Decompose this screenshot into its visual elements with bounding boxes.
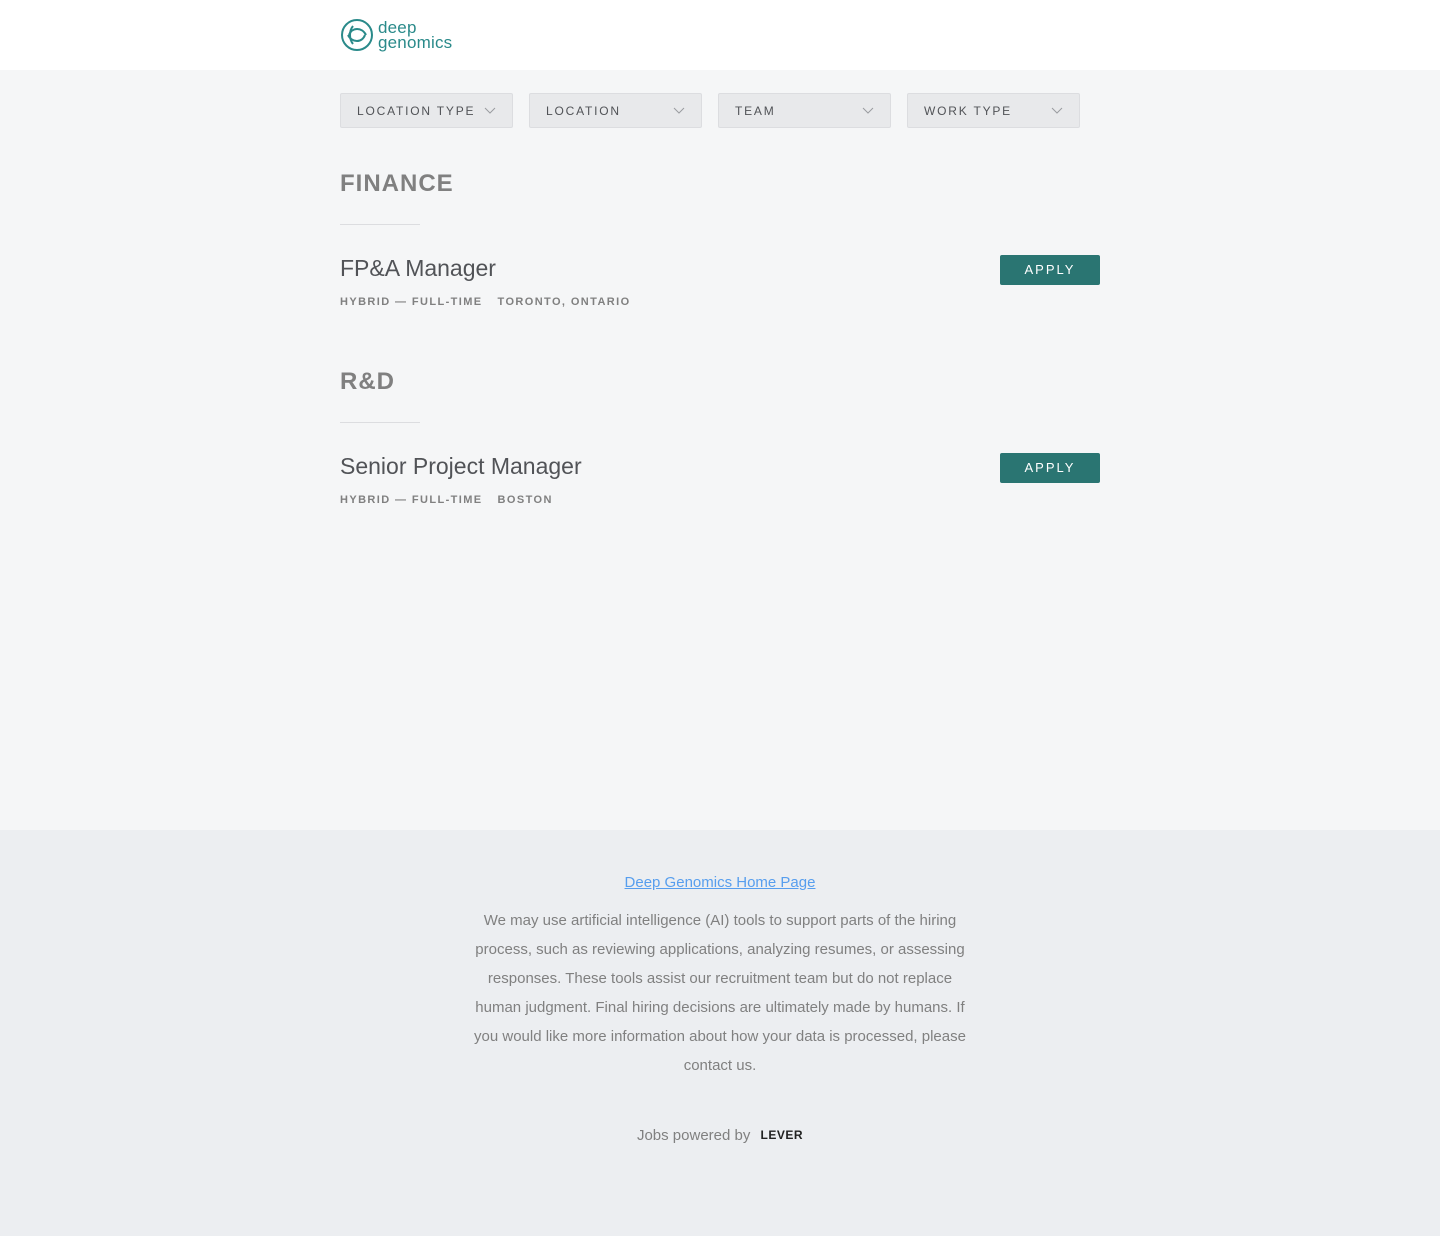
team-divider xyxy=(340,422,420,423)
chevron-down-icon xyxy=(862,107,874,114)
filter-label: WORK TYPE xyxy=(924,103,1012,118)
posting-title[interactable]: FP&A Manager xyxy=(340,255,496,282)
filter-label: TEAM xyxy=(735,103,776,118)
posting-commitment: HYBRID — FULL-TIME xyxy=(340,494,483,506)
chevron-down-icon xyxy=(673,107,685,114)
chevron-down-icon xyxy=(484,107,496,114)
team-divider xyxy=(340,224,420,225)
chevron-down-icon xyxy=(1051,107,1063,114)
posting-location: BOSTON xyxy=(497,494,553,506)
filter-bar: LOCATION TYPE LOCATION TEAM WORK TYPE xyxy=(340,93,1096,128)
ai-notice-text: We may use artificial intelligence (AI) … xyxy=(474,912,966,1074)
filter-location-type[interactable]: LOCATION TYPE xyxy=(340,93,513,128)
logo-wordmark: deep genomics xyxy=(378,19,453,52)
apply-button[interactable]: APPLY xyxy=(1000,255,1100,285)
home-page-link[interactable]: Deep Genomics Home Page xyxy=(0,874,1440,891)
filter-label: LOCATION TYPE xyxy=(357,103,476,118)
lever-logo[interactable]: LEVER xyxy=(761,1128,804,1142)
header: deep genomics xyxy=(0,0,1440,70)
team-title-finance: FINANCE xyxy=(340,170,454,197)
posting-title[interactable]: Senior Project Manager xyxy=(340,453,582,480)
deep-genomics-logo-icon xyxy=(341,19,373,51)
apply-button[interactable]: APPLY xyxy=(1000,453,1100,483)
posting-meta: HYBRID — FULL-TIME BOSTON xyxy=(340,494,568,506)
posting-meta: HYBRID — FULL-TIME TORONTO, ONTARIO xyxy=(340,296,646,308)
powered-by: Jobs powered by LEVER xyxy=(0,1127,1440,1144)
posting-location: TORONTO, ONTARIO xyxy=(497,296,631,308)
filter-team[interactable]: TEAM xyxy=(718,93,891,128)
team-title-rnd: R&D xyxy=(340,368,395,395)
powered-by-text: Jobs powered by xyxy=(636,1127,751,1144)
filter-location[interactable]: LOCATION xyxy=(529,93,702,128)
filter-label: LOCATION xyxy=(546,103,621,118)
filter-work-type[interactable]: WORK TYPE xyxy=(907,93,1080,128)
logo-line2: genomics xyxy=(378,33,453,52)
footer: Deep Genomics Home Page We may use artif… xyxy=(0,830,1440,1236)
company-logo[interactable]: deep genomics xyxy=(340,17,460,53)
posting-commitment: HYBRID — FULL-TIME xyxy=(340,296,483,308)
